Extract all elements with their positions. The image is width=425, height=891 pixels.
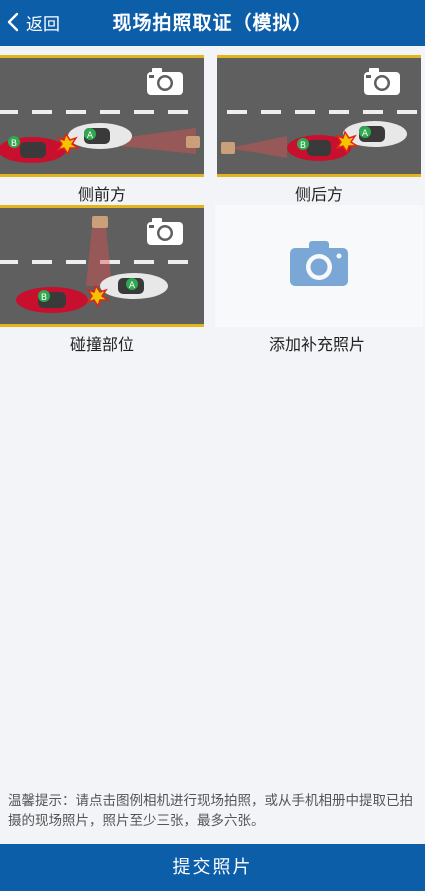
camera-icon[interactable] (146, 66, 184, 96)
photo-slot-rear-side[interactable]: A B (217, 55, 421, 177)
car-a-label: A (362, 129, 369, 139)
car-a-label: A (129, 281, 136, 291)
photo-caption: 侧后方 (294, 185, 343, 204)
photo-card-add-extra: 添加补充照片 (215, 205, 423, 355)
car-b-label: B (41, 293, 47, 303)
tip-text: 温馨提示：请点击图例相机进行现场拍照，或从手机相册中提取已拍摄的现场照片，照片至… (8, 793, 413, 829)
car-a-label: A (87, 131, 94, 141)
photo-card-front-side: A B 侧前方 (0, 55, 204, 205)
photo-card-rear-side: A B 侧后方 (217, 55, 421, 205)
page-title: 现场拍照取证（模拟） (112, 12, 313, 34)
add-photo-button[interactable] (215, 205, 423, 327)
add-photo-camera-icon (290, 241, 348, 286)
photo-slot-front-side[interactable]: A B (0, 55, 204, 177)
photo-caption: 碰撞部位 (69, 335, 134, 354)
photo-caption: 添加补充照片 (268, 335, 365, 354)
car-b-label: B (11, 139, 17, 149)
camera-icon[interactable] (363, 66, 401, 96)
submit-photos-button[interactable]: 提交照片 (0, 844, 425, 891)
camera-icon[interactable] (146, 216, 184, 246)
photo-card-collision: A B 碰撞部位 (0, 205, 204, 355)
photo-slot-collision[interactable]: A B (0, 205, 204, 327)
car-b-label: B (300, 141, 306, 151)
header-bar: 返回 现场拍照取证（模拟） (0, 0, 425, 46)
photo-caption: 侧前方 (77, 185, 126, 204)
